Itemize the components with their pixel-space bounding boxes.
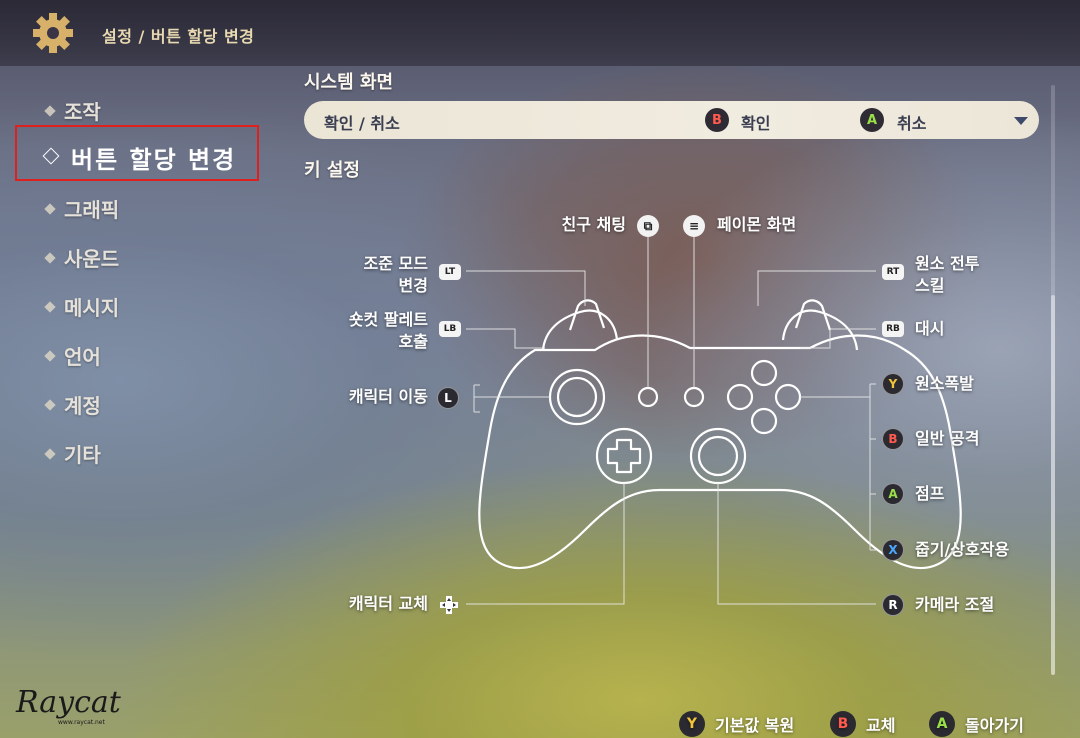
- jump-label: 점프: [915, 484, 945, 503]
- raycat-logo: Raycat www.raycat.net: [14, 678, 124, 728]
- skill-line1: 원소 전투: [915, 254, 980, 273]
- lb-bumper-icon: LB: [439, 321, 461, 337]
- reset-defaults-button[interactable]: Y 기본값 복원: [679, 711, 794, 737]
- view-button-icon: ⧉: [637, 215, 659, 237]
- dash-label: 대시: [915, 319, 945, 338]
- b-button-icon: B: [882, 428, 904, 450]
- x-button-icon: X: [882, 539, 904, 561]
- y-button-shape: [750, 359, 778, 387]
- shortcut-line2: 호출: [398, 332, 428, 351]
- rt-trigger-icon: RT: [882, 264, 904, 280]
- friend-chat-label: 친구 채팅: [561, 215, 626, 234]
- swap-button[interactable]: B 교체: [830, 711, 895, 737]
- normal-attack-label: 일반 공격: [915, 429, 980, 448]
- shortcut-wheel-label: 숏컷 팔레트호출: [310, 309, 428, 353]
- character-switch-label: 캐릭터 교체: [348, 594, 428, 613]
- x-button-shape: [726, 383, 754, 411]
- menu-button: [683, 386, 705, 408]
- shortcut-line1: 숏컷 팔레트: [348, 310, 428, 329]
- elemental-burst-label: 원소폭발: [915, 374, 974, 393]
- back-button[interactable]: A 돌아가기: [929, 711, 1024, 737]
- view-button: [637, 386, 659, 408]
- controller-body: [478, 334, 962, 570]
- rb-bumper-icon: RB: [882, 321, 904, 337]
- lt-trigger-icon: LT: [439, 264, 461, 280]
- camera-control-label: 카메라 조절: [915, 595, 995, 614]
- svg-text:Raycat: Raycat: [15, 685, 122, 720]
- aim-mode-line1: 조준 모드: [363, 254, 428, 273]
- paimon-menu-label: 페이몬 화면: [717, 215, 797, 234]
- b-button-shape: [774, 383, 802, 411]
- left-trigger: [568, 299, 606, 331]
- elemental-skill-label: 원소 전투스킬: [915, 253, 979, 297]
- back-label: 돌아가기: [965, 716, 1024, 735]
- y-button-icon: Y: [882, 373, 904, 395]
- a-button-icon: A: [882, 483, 904, 505]
- a-button-icon: A: [929, 711, 955, 737]
- swap-label: 교체: [866, 716, 896, 735]
- dpad: [606, 438, 642, 474]
- right-trigger: [794, 299, 832, 331]
- left-stick-icon: L: [437, 387, 459, 409]
- aim-mode-line2: 변경: [398, 276, 428, 295]
- a-button-shape: [750, 407, 778, 435]
- controller-diagram: [466, 234, 962, 605]
- svg-text:www.raycat.net: www.raycat.net: [58, 719, 106, 726]
- b-button-icon: B: [830, 711, 856, 737]
- y-button-icon: Y: [679, 711, 705, 737]
- move-label: 캐릭터 이동: [348, 387, 428, 406]
- pickup-interact-label: 줍기/상호작용: [915, 540, 1010, 559]
- skill-line2: 스킬: [915, 276, 945, 295]
- reset-defaults-label: 기본값 복원: [715, 716, 795, 735]
- menu-button-icon: ≡: [683, 215, 705, 237]
- aim-mode-label: 조준 모드변경: [330, 253, 428, 297]
- dpad-ring: [595, 427, 653, 485]
- right-stick-icon: R: [882, 594, 904, 616]
- dpad-icon: [438, 594, 460, 616]
